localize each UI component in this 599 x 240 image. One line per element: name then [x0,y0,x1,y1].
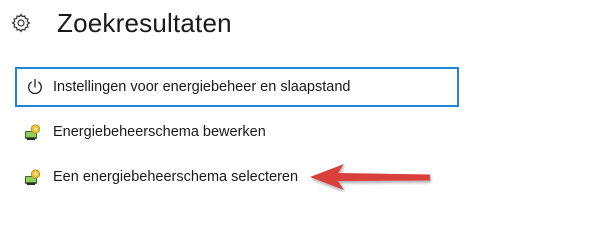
result-label: Instellingen voor energiebeheer en slaap… [53,79,351,95]
power-icon [28,78,42,95]
result-edit-power-plan[interactable]: Energiebeheerschema bewerken [15,113,459,151]
power-options-icon [25,124,41,140]
red-arrow-annotation [310,164,430,190]
gear-icon [11,13,31,33]
page-title: Zoekresultaten [57,8,232,38]
result-label: Een energiebeheerschema selecteren [53,169,299,185]
search-results-header: Zoekresultaten [11,6,232,40]
power-options-icon [25,169,41,185]
result-label: Energiebeheerschema bewerken [53,124,266,140]
result-power-sleep-settings[interactable]: Instellingen voor energiebeheer en slaap… [15,67,459,107]
